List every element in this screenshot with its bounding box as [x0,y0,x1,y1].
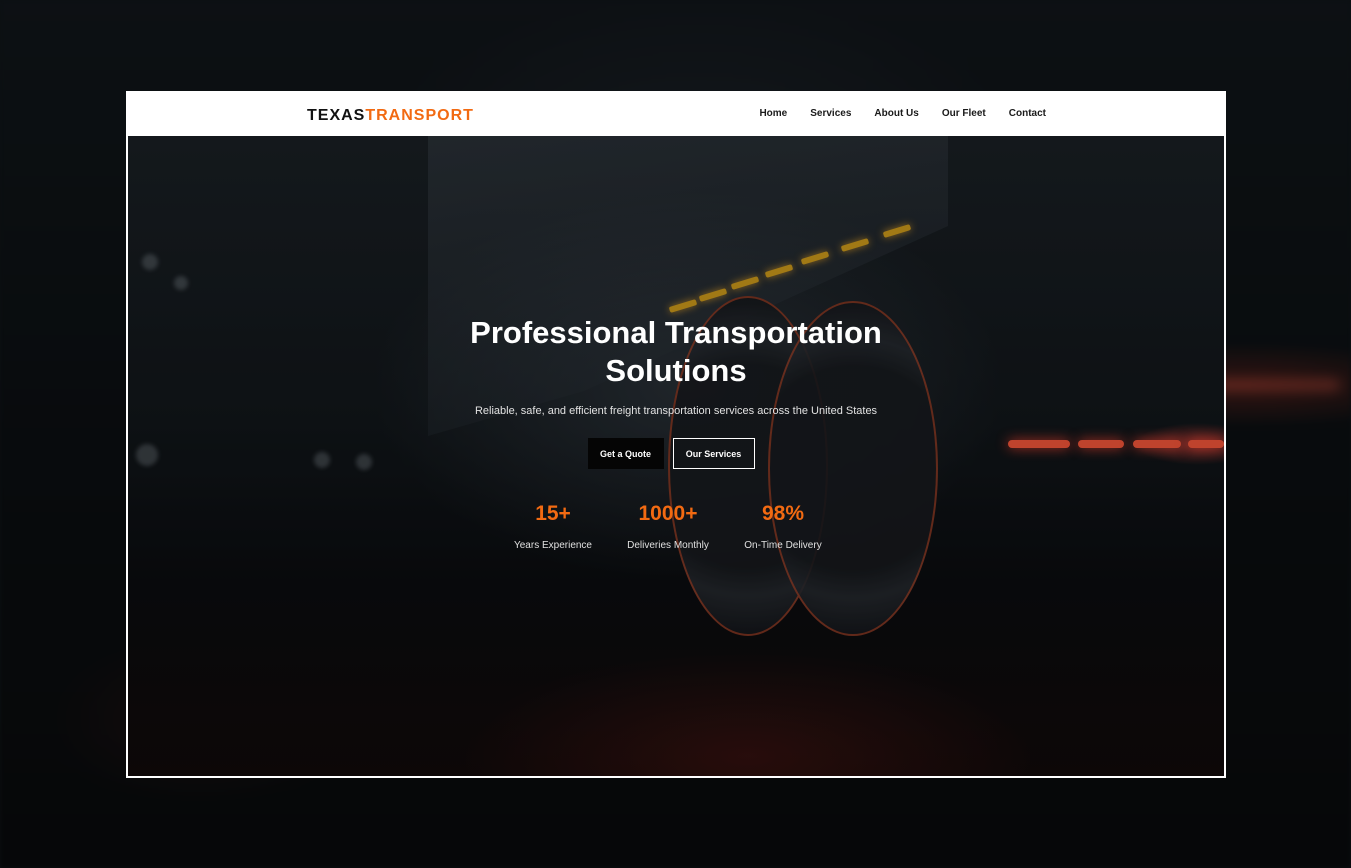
nav-link-contact[interactable]: Contact [1009,108,1046,119]
stat-label: On-Time Delivery [744,540,822,551]
logo-text-primary: TEXAS [307,107,366,124]
hero-section: Professional Transportation Solutions Re… [128,136,1224,776]
stat-label: Years Experience [513,540,592,551]
hero-cta-group: Get a Quote Our Services [128,438,1224,469]
get-a-quote-button[interactable]: Get a Quote [587,438,664,469]
hero-subtitle: Reliable, safe, and efficient freight tr… [474,405,878,417]
logo-text-accent: TRANSPORT [365,107,474,124]
stat-on-time-delivery: 98% On-Time Delivery [726,502,841,551]
stat-value: 15+ [535,502,571,525]
main-nav: Home Services About Us Our Fleet Contact [759,91,1046,136]
stat-value: 1000+ [638,502,698,525]
our-services-button[interactable]: Our Services [672,438,755,469]
navbar: TEXASTRANSPORT Home Services About Us Ou… [128,91,1224,136]
website-frame: TEXASTRANSPORT Home Services About Us Ou… [126,91,1226,778]
stat-years-experience: 15+ Years Experience [496,502,611,551]
stat-label: Deliveries Monthly [627,540,709,551]
stat-deliveries-monthly: 1000+ Deliveries Monthly [611,502,726,551]
nav-link-services[interactable]: Services [810,108,851,119]
nav-link-our-fleet[interactable]: Our Fleet [942,108,986,119]
stats-row: 15+ Years Experience 1000+ Deliveries Mo… [128,502,1224,551]
nav-link-about-us[interactable]: About Us [874,108,918,119]
nav-link-home[interactable]: Home [759,108,787,119]
stat-value: 98% [761,502,805,525]
hero-title: Professional Transportation Solutions [470,315,882,388]
site-logo[interactable]: TEXASTRANSPORT [307,107,474,125]
